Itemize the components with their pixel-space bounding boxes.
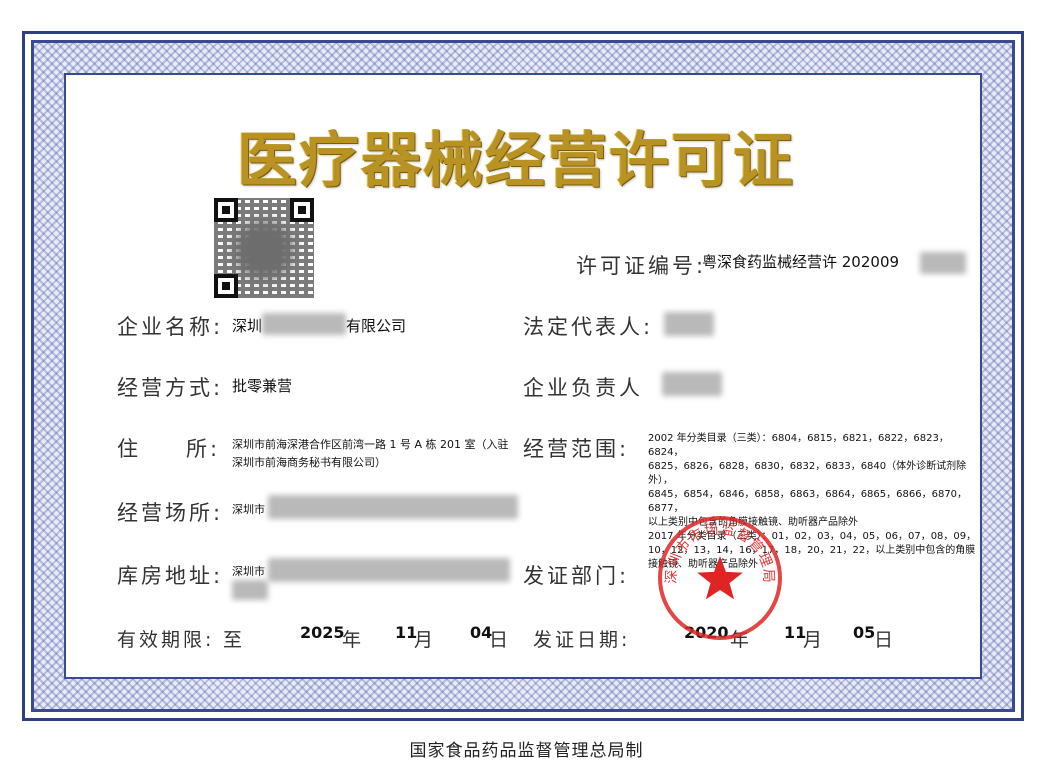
year-unit: 年 bbox=[342, 629, 365, 651]
address-line-1: 深圳市前海深港合作区前湾一路 1 号 A 栋 201 室（入驻 bbox=[232, 438, 509, 451]
license-number-value: 粤深食药监械经营许 202009 bbox=[702, 253, 900, 271]
day-unit: 日 bbox=[489, 629, 512, 651]
issue-day: 05 bbox=[853, 623, 876, 642]
redaction-mark bbox=[662, 372, 722, 396]
star-icon bbox=[697, 556, 743, 600]
company-name-label: 企业名称: bbox=[117, 315, 224, 339]
business-premises-label: 经营场所: bbox=[117, 501, 224, 525]
address-label-part2: 所: bbox=[186, 437, 221, 461]
license-number-label: 许可证编号: bbox=[576, 254, 707, 278]
qr-code bbox=[214, 198, 314, 298]
company-name-suffix: 有限公司 bbox=[346, 317, 407, 335]
redaction-mark bbox=[232, 580, 268, 600]
validity-period-label: 有效期限: bbox=[117, 629, 215, 651]
valid-year: 2025 bbox=[300, 623, 345, 642]
official-seal-graphic: 深圳市市场监督管理局 bbox=[664, 521, 775, 600]
month-unit: 月 bbox=[414, 629, 437, 651]
responsible-person-label: 企业负责人 bbox=[523, 376, 643, 400]
validity-prefix: 至 bbox=[223, 629, 246, 651]
redaction-mark bbox=[268, 495, 518, 519]
footer-issuer: 国家食品药品监督管理总局制 bbox=[409, 741, 644, 761]
business-mode-value: 批零兼营 bbox=[232, 377, 293, 395]
redaction-mark bbox=[262, 313, 346, 335]
business-mode-label: 经营方式: bbox=[117, 376, 224, 400]
scope-line: 6825，6826，6828，6830，6832，6833，6840（体外诊断试… bbox=[648, 461, 967, 486]
month-unit: 月 bbox=[803, 629, 826, 651]
scope-line: 2002 年分类目录（三类）：6804，6815，6821，6822，6823，… bbox=[648, 433, 949, 458]
business-scope-label: 经营范围: bbox=[523, 437, 630, 461]
warehouse-address-value: 深圳市 bbox=[232, 565, 265, 578]
legal-representative-label: 法定代表人: bbox=[523, 315, 654, 339]
company-name-prefix: 深圳 bbox=[232, 317, 263, 335]
official-seal: 深圳市市场监督管理局 bbox=[658, 516, 782, 640]
redaction-mark bbox=[920, 252, 966, 274]
business-premises-value: 深圳市 bbox=[232, 503, 265, 516]
address-label-part1: 住 bbox=[117, 437, 141, 461]
warehouse-address-label: 库房地址: bbox=[117, 564, 224, 588]
issuing-authority-label: 发证部门: bbox=[523, 564, 630, 588]
address-value: 深圳市前海深港合作区前湾一路 1 号 A 栋 201 室（入驻 深圳市前海商务秘… bbox=[232, 436, 509, 472]
scope-line: 6845，6854，6846，6858，6863，6864，6865，6866，… bbox=[648, 489, 968, 514]
redaction-mark bbox=[664, 312, 714, 336]
address-line-2: 深圳市前海商务秘书有限公司） bbox=[232, 456, 386, 469]
redaction-mark bbox=[268, 558, 510, 582]
certificate-title: 医疗器械经营许可证 bbox=[237, 126, 795, 196]
day-unit: 日 bbox=[874, 629, 897, 651]
issue-date-label: 发证日期: bbox=[533, 629, 631, 651]
qr-code-redaction bbox=[234, 220, 294, 280]
